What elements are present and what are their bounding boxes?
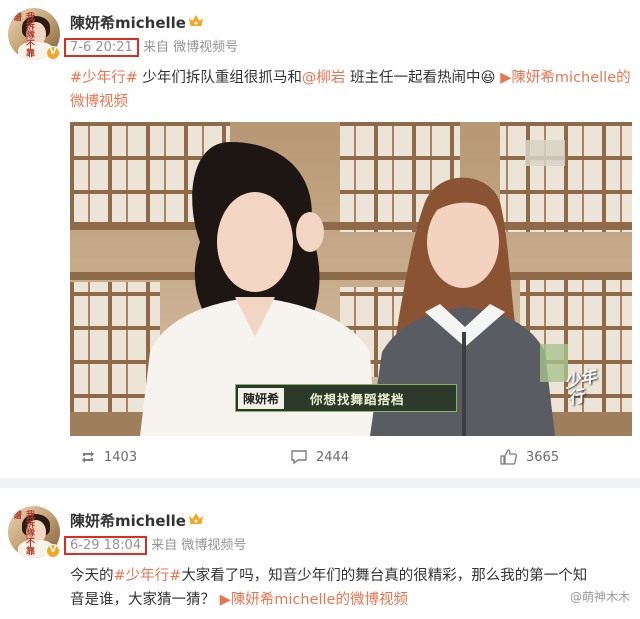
post-text: 今天的	[70, 568, 114, 584]
post-time[interactable]: 7-6 20:21	[64, 38, 139, 57]
post-content: #少年行# 少年们拆队重组很抓马和@柳岩 班主任一起看热闹中😆 ▶陳妍希mich…	[70, 66, 632, 114]
mention-link[interactable]: @柳岩	[302, 70, 346, 86]
laugh-emoji-icon: 😆	[480, 70, 496, 86]
vip-crown-icon	[189, 15, 203, 26]
post-meta: 6-29 18:04 来自 微博视频号	[64, 534, 247, 555]
repost-icon	[82, 451, 94, 463]
username[interactable]: 陳妍希michelle	[70, 510, 186, 531]
video-link-icon[interactable]: ▶	[220, 592, 231, 608]
username[interactable]: 陳妍希michelle	[70, 12, 186, 33]
like-button[interactable]: 3665	[500, 436, 559, 478]
like-count: 3665	[526, 449, 560, 465]
comment-icon	[291, 450, 307, 465]
comment-button[interactable]: 2444	[290, 436, 349, 478]
watermark: @萌神木木	[569, 590, 630, 604]
comment-count: 2444	[316, 449, 350, 465]
post-separator	[0, 478, 640, 488]
video-player[interactable]: 陳妍希 你想找舞蹈搭档 少年行	[70, 122, 632, 436]
show-logo: 少年行	[562, 366, 598, 409]
post-text: 音是谁，大家猜一猜？	[70, 592, 215, 608]
post-text: 少年们拆队重组很抓马和	[137, 70, 302, 86]
subtitle-text: 你想找舞蹈搭档	[310, 391, 405, 407]
action-bar: 1403 2444 3665	[0, 436, 640, 478]
post-time[interactable]: 6-29 18:04	[64, 536, 148, 555]
verified-badge-icon: V	[46, 544, 60, 558]
weibo-post-2: 我拆隊不靠谱 V 陳妍希michelle 6-29 18:04 来自 微博视频号…	[0, 488, 640, 619]
hashtag-link[interactable]: #少年行#	[114, 568, 182, 584]
subtitle-speaker: 陳妍希	[238, 387, 285, 409]
post-meta: 7-6 20:21 来自 微博视频号	[64, 36, 239, 57]
vip-crown-icon	[189, 513, 203, 524]
verified-badge-icon: V	[46, 46, 60, 60]
post-text: 班主任一起看热闹中	[345, 70, 481, 86]
repost-button[interactable]: 1403	[80, 436, 137, 478]
repost-count: 1403	[104, 449, 138, 465]
thumbs-up-icon	[500, 449, 518, 465]
post-source: 来自 微博视频号	[151, 538, 247, 553]
hashtag-link[interactable]: #少年行#	[70, 70, 138, 86]
video-link-icon[interactable]: ▶	[500, 70, 511, 86]
weibo-post-1: 我拆隊不靠谱 V 陳妍希michelle 7-6 20:21 来自 微博视频号 …	[0, 0, 640, 478]
video-source-link[interactable]: 陳妍希michelle的微博视频	[231, 592, 408, 608]
video-subtitle: 陳妍希 你想找舞蹈搭档	[235, 384, 457, 412]
post-text: 大家看了吗，知音少年们的舞台真的很精彩，那么我的第一个知	[181, 568, 588, 584]
post-content: 今天的#少年行#大家看了吗，知音少年们的舞台真的很精彩，那么我的第一个知 音是谁…	[70, 564, 632, 612]
post-source: 来自 微博视频号	[142, 40, 239, 55]
